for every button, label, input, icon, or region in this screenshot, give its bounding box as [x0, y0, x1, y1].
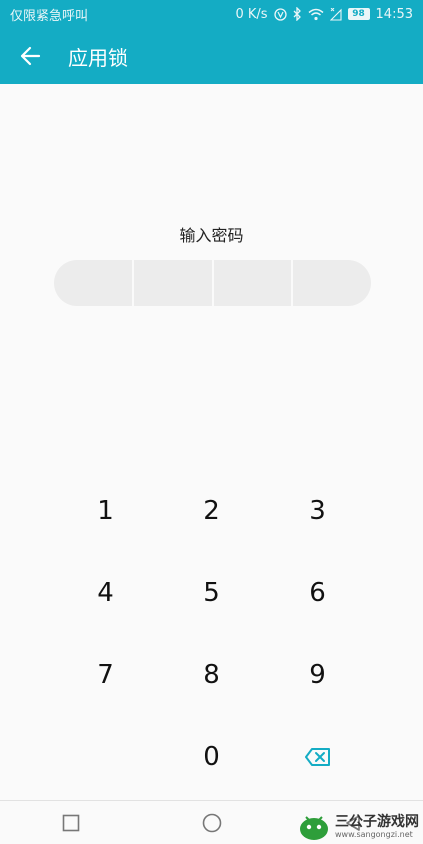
numeric-keypad: 1 2 3 4 5 6 7 8 9 0 — [0, 470, 423, 800]
bluetooth-icon — [293, 7, 302, 21]
pin-prompt: 输入密码 — [179, 226, 244, 245]
wifi-icon — [308, 8, 324, 21]
status-time: 14:53 — [375, 6, 413, 22]
watermark-text-block: 三公子游戏网 www.sangongzi.net — [335, 815, 419, 839]
key-3[interactable]: 3 — [265, 470, 371, 552]
watermark-url: www.sangongzi.net — [335, 830, 413, 839]
pin-slot — [291, 260, 371, 306]
watermark-logo — [300, 816, 328, 840]
pin-slot — [211, 260, 292, 306]
recents-icon — [62, 814, 79, 831]
key-6[interactable]: 6 — [265, 552, 371, 634]
key-5[interactable]: 5 — [159, 552, 265, 634]
network-speed: 0 K/s — [235, 6, 268, 22]
key-2[interactable]: 2 — [159, 470, 265, 552]
pin-slot — [131, 260, 212, 306]
back-button[interactable] — [0, 28, 60, 84]
battery-indicator: 98 — [347, 8, 370, 20]
key-1[interactable]: 1 — [53, 470, 159, 552]
carrier-text: 仅限紧急呼叫 — [10, 8, 89, 24]
page-title: 应用锁 — [68, 45, 128, 70]
backspace-icon — [304, 748, 330, 766]
signal-icon — [329, 7, 342, 21]
home-button[interactable] — [182, 803, 242, 843]
nfc-icon — [273, 7, 287, 21]
home-icon — [202, 813, 221, 832]
app-bar: 应用锁 — [0, 28, 423, 84]
status-bar: 仅限紧急呼叫 0 K/s 98 14:53 — [0, 0, 423, 28]
key-0[interactable]: 0 — [159, 716, 265, 798]
key-8[interactable]: 8 — [159, 634, 265, 716]
pin-slot — [54, 260, 132, 306]
watermark-text: 三公子游戏网 — [335, 814, 419, 830]
arrow-left-icon — [20, 46, 41, 66]
key-4[interactable]: 4 — [53, 552, 159, 634]
key-empty — [53, 716, 159, 798]
backspace-button[interactable] — [265, 716, 371, 798]
key-9[interactable]: 9 — [265, 634, 371, 716]
watermark: 三公子游戏网 www.sangongzi.net — [297, 812, 419, 842]
key-7[interactable]: 7 — [53, 634, 159, 716]
recents-button[interactable] — [41, 803, 101, 843]
pin-input[interactable] — [54, 260, 371, 306]
status-icons: 0 K/s 98 14:53 — [235, 7, 413, 22]
